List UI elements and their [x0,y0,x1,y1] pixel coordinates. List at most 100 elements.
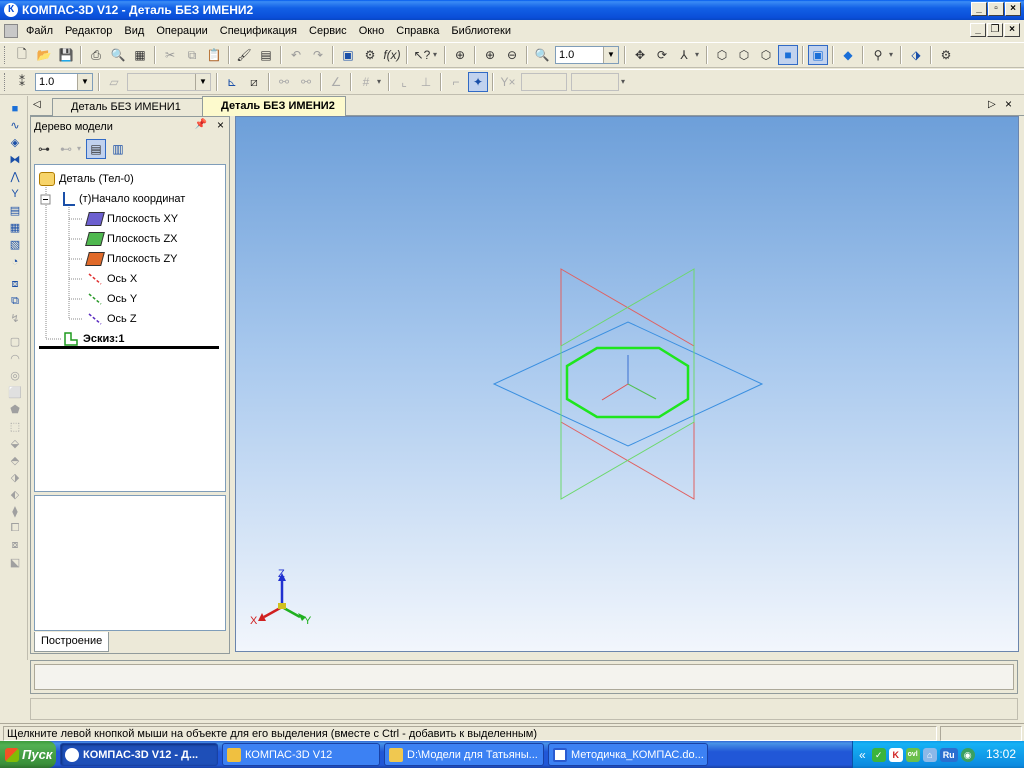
selection-icon[interactable]: ⬗ [906,45,926,65]
wireframe-icon[interactable]: ⬡ [712,45,732,65]
tree-item-plane-zx[interactable]: Плоскость ZX [85,230,178,248]
orthogonal-icon[interactable]: ∠ [326,72,346,92]
parts-library-icon[interactable]: ⚙ [936,45,956,65]
hidden-lines-icon[interactable]: ⬡ [734,45,754,65]
array-grid-icon[interactable]: ⧠ [5,520,25,537]
print-icon[interactable]: ⎙ [86,45,106,65]
revolve-icon[interactable]: ⧉ [5,293,25,310]
tree-structure-icon[interactable]: ⊶ [34,139,54,159]
model-viewport[interactable]: Z X Y [235,116,1019,652]
tab-detail-2[interactable]: Деталь БЕЗ ИМЕНИ2 [202,96,346,116]
specification-icon[interactable]: ▦ [5,219,25,236]
auxiliary-geometry-icon[interactable]: ⋀ [5,168,25,185]
dimensions-icon[interactable]: Y [5,185,25,202]
zoom-in-icon[interactable]: ⊕ [480,45,500,65]
sketch-plane-icon[interactable]: ⧄ [244,72,264,92]
chevron-down-icon[interactable]: ▼ [603,47,618,63]
array-circle-icon[interactable]: ⧇ [5,537,25,554]
tree-item-axis-y[interactable]: Ось Y [87,290,137,308]
pin-icon[interactable]: 📌 [195,119,207,130]
fillet-icon[interactable]: ⬜ [5,384,25,401]
print-preview-icon[interactable]: 🔍 [108,45,128,65]
ovl-icon[interactable]: ovl [905,747,920,762]
grid-icon[interactable]: # [356,72,376,92]
shaded-edges-icon[interactable]: ▣ [808,45,828,65]
slope-icon[interactable]: ⬘ [5,452,25,469]
ortho-mode-icon[interactable]: ⊥ [416,72,436,92]
tab-scroll-left-icon[interactable]: ◁ [33,99,41,110]
menu-edit[interactable]: Редактор [59,25,118,37]
hole-icon[interactable]: ◎ [5,367,25,384]
redo-icon[interactable]: ↷ [308,45,328,65]
section-icon[interactable]: ⬗ [5,469,25,486]
shell-icon[interactable]: ⬚ [5,418,25,435]
tree-item-plane-zy[interactable]: Плоскость ZY [85,250,178,268]
taskbar-item-folder[interactable]: D:\Модели для Татьяны... [384,743,544,766]
close-button[interactable]: × [1005,2,1021,16]
thin-lines-icon[interactable]: ⬡ [756,45,776,65]
paste-icon[interactable]: 📋 [204,45,224,65]
tree-view-icon[interactable]: ▤ [86,139,106,159]
taskbar-item-word[interactable]: Методичка_КОМПАС.do... [548,743,708,766]
mirror-icon[interactable]: ⧫ [5,503,25,520]
doc-restore-button[interactable]: ❐ [987,23,1003,37]
tray-expand-chevron[interactable]: « [859,748,866,762]
zoom-combo[interactable]: 1.0 ▼ [555,46,619,64]
antivirus-icon[interactable]: K [888,747,903,762]
properties-icon[interactable]: ▤ [256,45,276,65]
layer-combo[interactable]: ▼ [127,73,211,91]
coord-x-field[interactable] [521,73,567,91]
step-combo[interactable]: 1.0 ▼ [35,73,93,91]
cut-icon[interactable]: ✂ [160,45,180,65]
help-pointer-icon[interactable]: ↖? [412,45,432,65]
tab-construction[interactable]: Построение [34,632,110,652]
tab-detail-1[interactable]: Деталь БЕЗ ИМЕНИ1 [52,98,214,116]
tree-item-axis-z[interactable]: Ось Z [87,310,137,328]
chamfer-icon[interactable]: ⬟ [5,401,25,418]
globe-icon[interactable]: ◉ [960,747,975,762]
kinematic-icon[interactable]: ↯ [5,310,25,327]
cursor-step-icon[interactable]: ⁑ [12,72,32,92]
save-icon[interactable]: 💾 [56,45,76,65]
tree-item-axis-x[interactable]: Ось X [87,270,137,288]
format-brush-icon[interactable]: 🖌 [234,45,254,65]
menu-service[interactable]: Сервис [303,25,353,37]
parametric-icon[interactable]: ⚯ [274,72,294,92]
coord-y-field[interactable] [571,73,619,91]
open-folder-icon[interactable]: 📂 [34,45,54,65]
cut-extrude-icon[interactable]: ▢ [5,333,25,350]
chevron-down-icon[interactable]: ▼ [77,74,92,90]
doc-close-button[interactable]: × [1004,23,1020,37]
chevron-down-icon[interactable]: ▼ [195,74,210,90]
library-icon[interactable]: ⚙ [360,45,380,65]
local-cs-icon[interactable]: ⌞ [394,72,414,92]
copy-icon[interactable]: ⧉ [182,45,202,65]
menu-libraries[interactable]: Библиотеки [445,25,517,37]
tab-close-icon[interactable]: × [1005,97,1012,111]
tab-scroll-right-icon[interactable]: ▷ [988,99,996,110]
tree-item-plane-xy[interactable]: Плоскость XY [85,210,178,228]
snap-icon[interactable]: ✦ [468,72,488,92]
extrude-icon[interactable]: ⧈ [5,276,25,293]
filter-icon[interactable]: ⚲ [868,45,888,65]
layer-icon[interactable]: ▱ [104,72,124,92]
arrays-icon[interactable]: ⧓ [5,151,25,168]
variables-fx-icon[interactable]: f(x) [382,45,402,65]
manager-icon[interactable]: ▣ [338,45,358,65]
pan-icon[interactable]: ✥ [630,45,650,65]
doc-minimize-button[interactable]: _ [970,23,986,37]
menu-operations[interactable]: Операции [150,25,213,37]
thread-icon[interactable]: ⬖ [5,486,25,503]
tree-relations-icon[interactable]: ▥ [108,139,128,159]
minimize-button[interactable]: _ [971,2,987,16]
document-icon[interactable] [4,24,18,38]
taskbar-item-kompas-detail[interactable]: КОМПАС-3D V12 - Д... [60,743,218,766]
cut-revolve-icon[interactable]: ◠ [5,350,25,367]
rib-icon[interactable]: ⬙ [5,435,25,452]
language-indicator[interactable]: Ru [939,747,958,762]
shield-icon[interactable]: ✓ [871,747,886,762]
menu-view[interactable]: Вид [118,25,150,37]
perspective-icon[interactable]: ◆ [838,45,858,65]
menu-file[interactable]: Файл [20,25,59,37]
tree-sort-icon[interactable]: ⊷ [56,139,76,159]
